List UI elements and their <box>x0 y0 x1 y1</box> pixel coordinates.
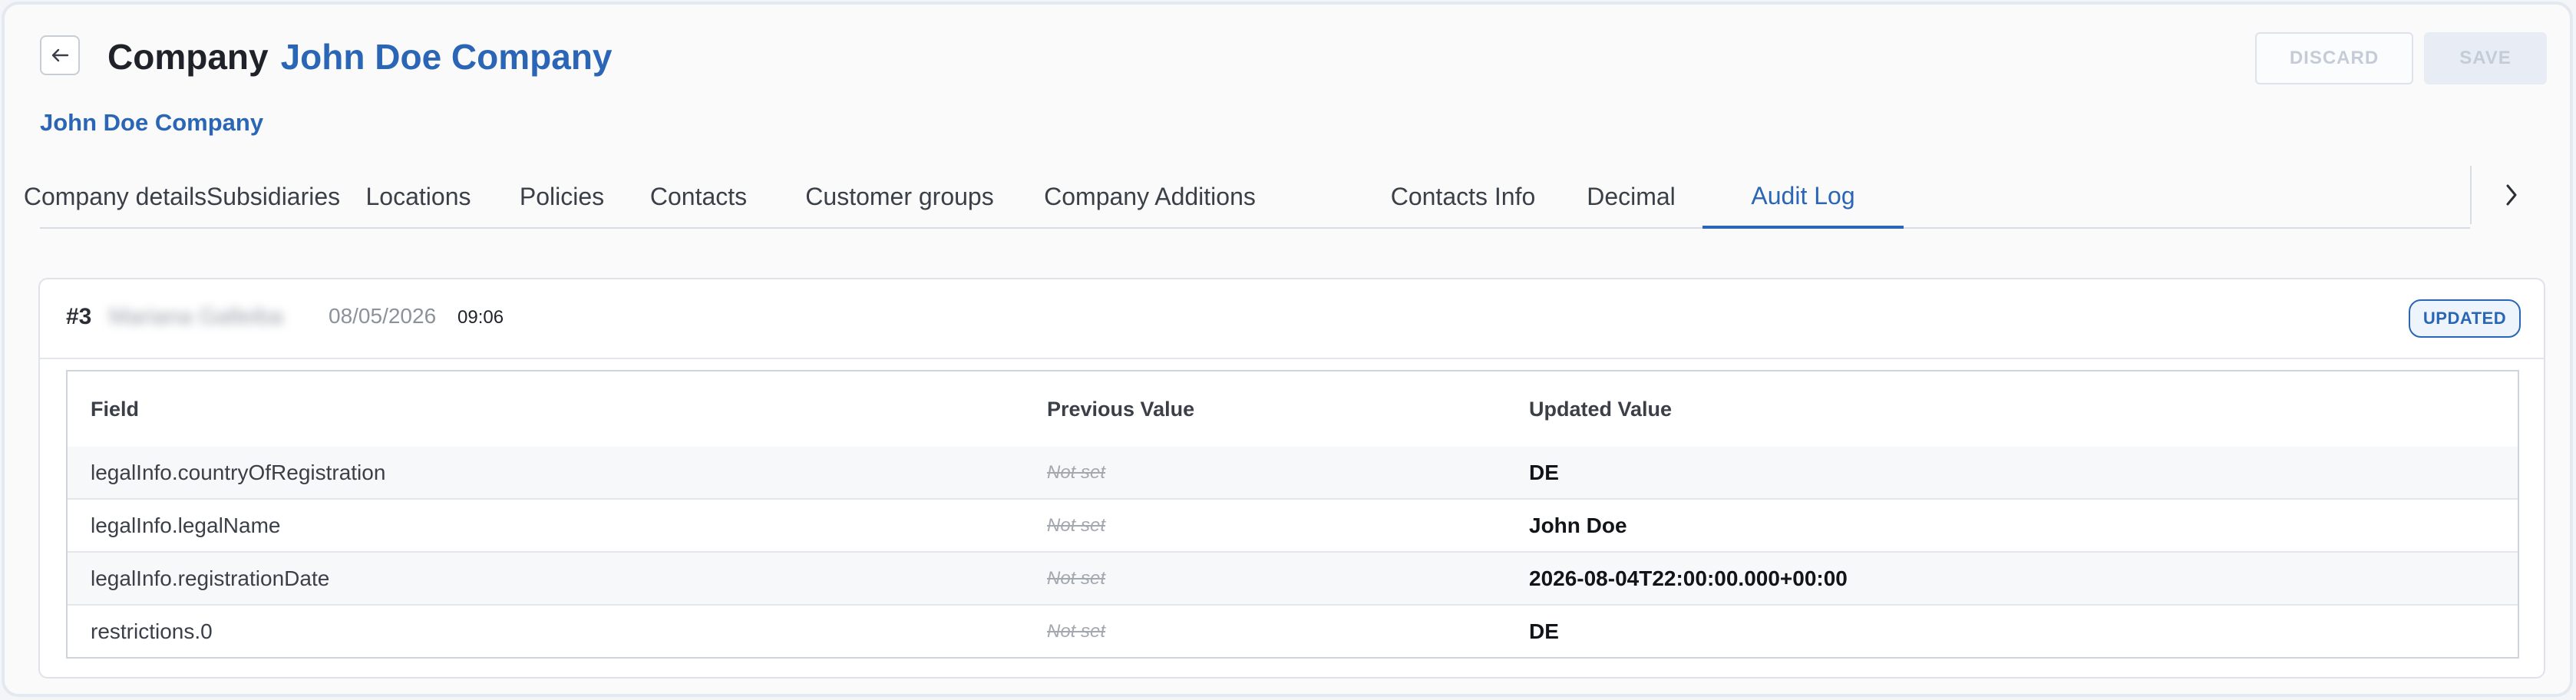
company-page: Company John Doe Company DISCARD SAVE Jo… <box>2 2 2573 697</box>
previous-value-cell: Not set <box>1047 620 1106 642</box>
table-row: legalInfo.registrationDate Not set 2026-… <box>68 553 2518 606</box>
field-cell: legalInfo.legalName <box>91 513 281 537</box>
chevron-right-icon <box>2506 184 2517 206</box>
discard-button[interactable]: DISCARD <box>2255 32 2413 84</box>
audit-entry-number: #3 <box>66 304 92 329</box>
table-row: restrictions.0 Not set DE <box>68 606 2518 657</box>
table-row: legalInfo.countryOfRegistration Not set … <box>68 447 2518 500</box>
column-header-previous-value: Previous Value <box>1047 397 1195 421</box>
previous-value-cell: Not set <box>1047 514 1106 536</box>
arrow-left-icon <box>51 48 69 62</box>
column-header-field: Field <box>91 397 140 421</box>
field-cell: legalInfo.countryOfRegistration <box>91 460 386 484</box>
updated-value-cell: 2026-08-04T22:00:00.000+00:00 <box>1529 566 1848 590</box>
tab-company-details[interactable]: Company details <box>24 166 206 227</box>
table-header-row: Field Previous Value Updated Value <box>68 371 2518 449</box>
tab-locations[interactable]: Locations <box>341 166 496 227</box>
breadcrumb-company-link[interactable]: John Doe Company <box>40 109 263 137</box>
status-badge: UPDATED <box>2409 299 2521 338</box>
back-button[interactable] <box>40 35 80 75</box>
audit-entry-card: #3 Mariana Galleiba 08/05/2026 09:06 UPD… <box>38 278 2545 679</box>
audit-entry-header: #3 Mariana Galleiba 08/05/2026 09:06 UPD… <box>40 279 2544 359</box>
field-cell: legalInfo.registrationDate <box>91 566 330 590</box>
page-title-entity-type: Company <box>107 37 269 77</box>
audit-entry-time: 09:06 <box>457 307 504 328</box>
column-header-updated-value: Updated Value <box>1529 397 1673 421</box>
previous-value-cell: Not set <box>1047 461 1106 483</box>
tabs-divider <box>2470 166 2472 224</box>
tab-company-additions[interactable]: Company Additions <box>1030 166 1270 227</box>
page-title: Company John Doe Company <box>107 32 613 81</box>
updated-value-cell: DE <box>1529 460 1559 484</box>
audit-entry-user: Mariana Galleiba <box>109 304 283 329</box>
tab-contacts-info[interactable]: Contacts Info <box>1365 166 1561 227</box>
tabs-scroll-next-button[interactable] <box>2492 175 2531 215</box>
page-title-entity-name: John Doe Company <box>280 37 613 77</box>
field-cell: restrictions.0 <box>91 619 213 643</box>
audit-entry-date: 08/05/2026 <box>329 304 437 328</box>
table-row: legalInfo.legalName Not set John Doe <box>68 500 2518 553</box>
tab-bar: Company details Subsidiaries Locations P… <box>24 166 2470 229</box>
updated-value-cell: DE <box>1529 619 1559 643</box>
save-button[interactable]: SAVE <box>2424 32 2547 84</box>
tab-customer-groups[interactable]: Customer groups <box>769 166 1030 227</box>
updated-value-cell: John Doe <box>1529 513 1627 537</box>
tab-contacts[interactable]: Contacts <box>628 166 769 227</box>
audit-changes-table: Field Previous Value Updated Value legal… <box>66 370 2519 659</box>
previous-value-cell: Not set <box>1047 567 1106 589</box>
tab-decimal[interactable]: Decimal <box>1561 166 1701 227</box>
tab-policies[interactable]: Policies <box>496 166 628 227</box>
tab-audit-log[interactable]: Audit Log <box>1702 166 1904 229</box>
tab-subsidiaries[interactable]: Subsidiaries <box>206 166 341 227</box>
